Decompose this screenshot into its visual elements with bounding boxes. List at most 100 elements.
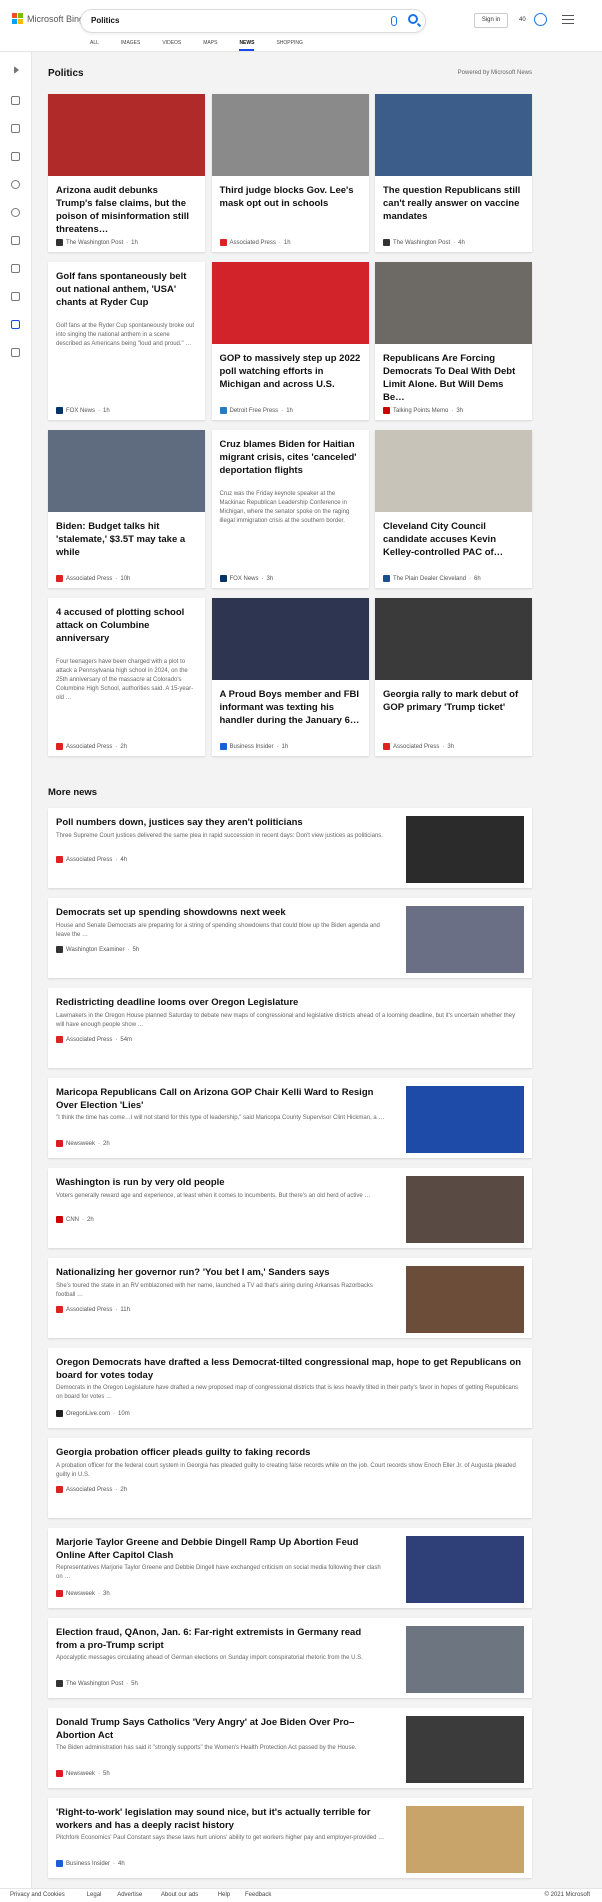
news-card-title[interactable]: Cruz blames Biden for Haitian migrant cr… (220, 438, 361, 477)
news-card-image[interactable] (48, 430, 205, 512)
more-news-source[interactable]: Associated Press · 4h (56, 856, 127, 863)
more-news-title[interactable]: Maricopa Republicans Call on Arizona GOP… (56, 1086, 384, 1112)
more-news-source[interactable]: OregonLive.com · 10m (56, 1410, 130, 1417)
news-card-image[interactable] (375, 262, 532, 344)
more-news-title[interactable]: 'Right-to-work' legislation may sound ni… (56, 1806, 384, 1832)
more-news-image[interactable] (406, 1806, 524, 1873)
news-card[interactable]: Third judge blocks Gov. Lee's mask opt o… (211, 94, 369, 252)
news-card-source[interactable]: The Washington Post · 4h (383, 239, 465, 246)
tab-all[interactable]: ALL (90, 40, 99, 52)
news-card-image[interactable] (48, 94, 205, 176)
tab-images[interactable]: IMAGES (121, 40, 140, 52)
footer-link-about-our-ads[interactable]: About our ads (161, 1892, 198, 1898)
more-news-item[interactable]: 'Right-to-work' legislation may sound ni… (48, 1798, 532, 1878)
more-news-item[interactable]: Democrats set up spending showdowns next… (48, 898, 532, 978)
more-news-title[interactable]: Nationalizing her governor run? 'You bet… (56, 1266, 384, 1279)
more-news-source[interactable]: The Washington Post · 5h (56, 1680, 138, 1687)
more-news-title[interactable]: Election fraud, QAnon, Jan. 6: Far-right… (56, 1626, 384, 1652)
footer-link-feedback[interactable]: Feedback (245, 1892, 271, 1898)
more-news-image[interactable] (406, 1266, 524, 1333)
film-icon[interactable] (11, 292, 20, 301)
globe-icon[interactable] (11, 208, 20, 217)
news-card-image[interactable] (375, 430, 532, 512)
home-icon[interactable] (11, 96, 20, 105)
mic-icon[interactable] (391, 16, 397, 26)
tab-shopping[interactable]: SHOPPING (276, 40, 302, 52)
more-news-source[interactable]: Associated Press · 2h (56, 1486, 127, 1493)
search-icon[interactable] (408, 14, 418, 24)
flag-icon[interactable] (11, 152, 20, 161)
expand-icon[interactable] (14, 66, 19, 74)
discover-icon[interactable] (11, 124, 20, 133)
footer-link-legal[interactable]: Legal (87, 1892, 102, 1898)
news-card-source[interactable]: Associated Press · 2h (56, 743, 127, 750)
more-news-item[interactable]: Nationalizing her governor run? 'You bet… (48, 1258, 532, 1338)
news-card-image[interactable] (375, 598, 532, 680)
more-news-item[interactable]: Marjorie Taylor Greene and Debbie Dingel… (48, 1528, 532, 1608)
news-card[interactable]: Cruz blames Biden for Haitian migrant cr… (211, 430, 369, 588)
search-query[interactable]: Politics (91, 16, 119, 25)
more-news-source[interactable]: Associated Press · 11h (56, 1306, 130, 1313)
news-card-title[interactable]: Third judge blocks Gov. Lee's mask opt o… (220, 184, 361, 210)
more-news-item[interactable]: Donald Trump Says Catholics 'Very Angry'… (48, 1708, 532, 1788)
bing-logo[interactable]: Microsoft Bing (12, 13, 84, 24)
more-news-source[interactable]: CNN · 2h (56, 1216, 94, 1223)
news-card-title[interactable]: 4 accused of plotting school attack on C… (56, 606, 197, 645)
news-card[interactable]: Georgia rally to mark debut of GOP prima… (375, 598, 532, 756)
location-icon[interactable] (11, 180, 20, 189)
news-card-title[interactable]: Biden: Budget talks hit 'stalemate,' $3.… (56, 520, 197, 559)
more-news-item[interactable]: Redistricting deadline looms over Oregon… (48, 988, 532, 1068)
more-news-item[interactable]: Election fraud, QAnon, Jan. 6: Far-right… (48, 1618, 532, 1698)
news-card[interactable]: Republicans Are Forcing Democrats To Dea… (375, 262, 532, 420)
rocket-icon[interactable] (11, 264, 20, 273)
more-news-title[interactable]: Oregon Democrats have drafted a less Dem… (56, 1356, 524, 1382)
more-news-item[interactable]: Washington is run by very old people Vote… (48, 1168, 532, 1248)
news-card[interactable]: Cleveland City Council candidate accuses… (375, 430, 532, 588)
news-card[interactable]: Golf fans spontaneously belt out nationa… (48, 262, 205, 420)
more-news-item[interactable]: Poll numbers down, justices say they are… (48, 808, 532, 888)
news-card[interactable]: A Proud Boys member and FBI informant wa… (211, 598, 369, 756)
more-news-image[interactable] (406, 906, 524, 973)
footer-link-help[interactable]: Help (218, 1892, 230, 1898)
more-news-item[interactable]: Oregon Democrats have drafted a less Dem… (48, 1348, 532, 1428)
more-news-source[interactable]: Associated Press · 54m (56, 1036, 132, 1043)
news-card-source[interactable]: Associated Press · 1h (219, 239, 291, 246)
news-card[interactable]: Arizona audit debunks Trump's false clai… (48, 94, 205, 252)
news-card-title[interactable]: Arizona audit debunks Trump's false clai… (56, 184, 197, 236)
tab-news[interactable]: NEWS (239, 40, 255, 52)
more-news-title[interactable]: Washington is run by very old people (56, 1176, 384, 1189)
more-news-image[interactable] (406, 1716, 524, 1783)
more-news-image[interactable] (406, 1176, 524, 1243)
news-card-source[interactable]: FOX News · 1h (56, 407, 110, 414)
more-news-image[interactable] (406, 1536, 524, 1603)
news-card-source[interactable]: FOX News · 3h (219, 575, 273, 582)
news-card[interactable]: The question Republicans still can't rea… (375, 94, 532, 252)
more-news-title[interactable]: Democrats set up spending showdowns next… (56, 906, 384, 919)
news-card[interactable]: Biden: Budget talks hit 'stalemate,' $3.… (48, 430, 205, 588)
money-icon[interactable] (11, 348, 20, 357)
news-card-image[interactable] (211, 598, 369, 680)
news-card-title[interactable]: Republicans Are Forcing Democrats To Dea… (383, 352, 524, 404)
more-news-item[interactable]: Maricopa Republicans Call on Arizona GOP… (48, 1078, 532, 1158)
news-card-source[interactable]: Associated Press · 3h (383, 743, 454, 750)
more-news-source[interactable]: Newsweek · 5h (56, 1770, 110, 1777)
sign-in-button[interactable]: Sign in (474, 13, 508, 28)
footer-link-advertise[interactable]: Advertise (117, 1892, 142, 1898)
news-card-source[interactable]: Talking Points Memo · 3h (383, 407, 463, 414)
news-card-source[interactable]: The Washington Post · 1h (56, 239, 138, 246)
rewards-points[interactable]: 40 (519, 17, 526, 23)
more-news-source[interactable]: Newsweek · 3h (56, 1590, 110, 1597)
more-news-title[interactable]: Georgia probation officer pleads guilty … (56, 1446, 524, 1459)
news-card-source[interactable]: Associated Press · 10h (56, 575, 130, 582)
menu-icon[interactable] (562, 15, 574, 24)
more-news-source[interactable]: Newsweek · 2h (56, 1140, 110, 1147)
news-card-image[interactable] (211, 262, 369, 344)
news-card-title[interactable]: Georgia rally to mark debut of GOP prima… (383, 688, 524, 714)
chart-icon[interactable] (11, 236, 20, 245)
tab-maps[interactable]: MAPS (203, 40, 217, 52)
more-news-source[interactable]: Washington Examiner · 5h (56, 946, 139, 953)
news-card-title[interactable]: A Proud Boys member and FBI informant wa… (220, 688, 361, 727)
search-box[interactable]: Politics (80, 9, 426, 33)
footer-link-privacy-and-cookies[interactable]: Privacy and Cookies (10, 1892, 65, 1898)
news-card[interactable]: 4 accused of plotting school attack on C… (48, 598, 205, 756)
